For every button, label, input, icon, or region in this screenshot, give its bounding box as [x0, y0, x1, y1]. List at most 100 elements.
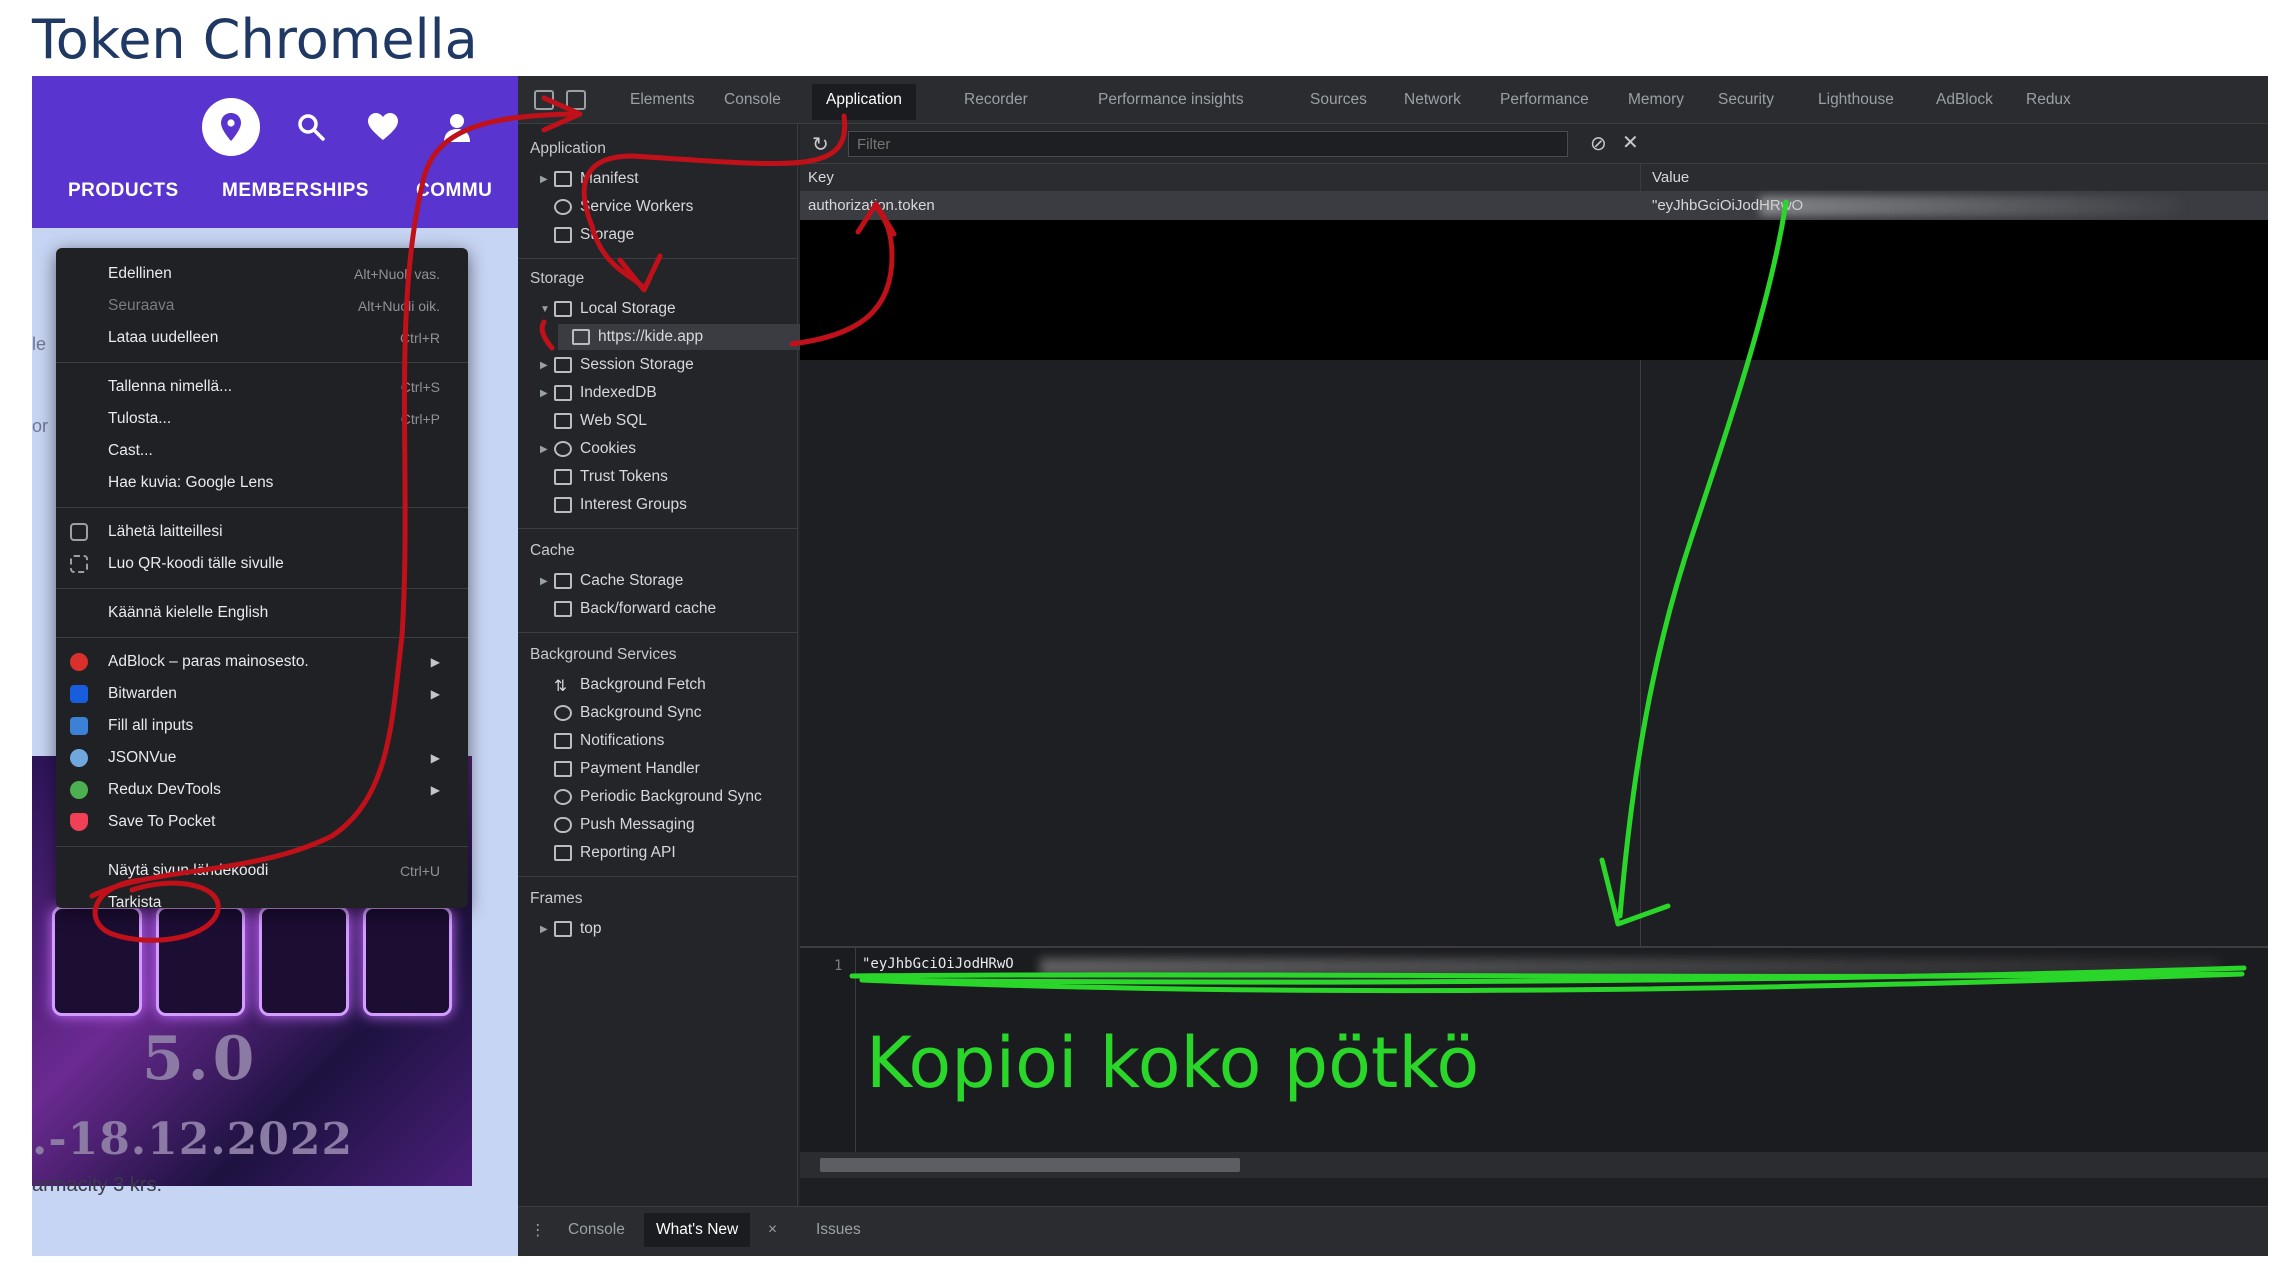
- tab-elements[interactable]: Elements: [630, 91, 695, 109]
- menu-item-label: Lataa uudelleen: [108, 329, 219, 346]
- menu-item-forward[interactable]: Seuraava Alt+Nuoli oik.: [56, 290, 468, 322]
- bell-icon: [554, 733, 572, 749]
- nav-products[interactable]: PRODUCTS: [68, 180, 179, 202]
- sidebar-item-local-storage[interactable]: ▼ Local Storage: [540, 296, 798, 322]
- menu-item-view-source[interactable]: Näytä sivun lähdekoodi Ctrl+U: [56, 855, 468, 887]
- inspect-element-icon[interactable]: [534, 90, 554, 110]
- sidebar-item-manifest[interactable]: ▶ Manifest: [540, 166, 798, 192]
- menu-item-save-as[interactable]: Tallenna nimellä... Ctrl+S: [56, 371, 468, 403]
- sidebar-item-background-fetch[interactable]: ⇅ Background Fetch: [540, 672, 798, 698]
- menu-item-jsonvue[interactable]: JSONVue ▶: [56, 742, 468, 774]
- sidebar-item-session-storage[interactable]: ▶ Session Storage: [540, 352, 798, 378]
- sidebar-item-push-messaging[interactable]: Push Messaging: [540, 812, 798, 838]
- nav-memberships[interactable]: MEMBERSHIPS: [222, 180, 369, 202]
- menu-item-back[interactable]: Edellinen Alt+Nuoli vas.: [56, 258, 468, 290]
- frame-icon: [554, 921, 572, 937]
- menu-item-label: Edellinen: [108, 265, 172, 282]
- filter-bar: ↻ ⊘ ✕: [800, 124, 2268, 164]
- tab-security[interactable]: Security: [1718, 91, 1774, 109]
- tab-adblock[interactable]: AdBlock: [1936, 91, 1993, 109]
- sidebar-item-trust-tokens[interactable]: Trust Tokens: [540, 464, 798, 490]
- column-key[interactable]: Key: [808, 169, 834, 186]
- horizontal-scrollbar[interactable]: [800, 1152, 2268, 1178]
- sidebar-item-cache-storage[interactable]: ▶ Cache Storage: [540, 568, 798, 594]
- menu-item-bitwarden[interactable]: Bitwarden ▶: [56, 678, 468, 710]
- menu-item-save-to-pocket[interactable]: Save To Pocket: [56, 806, 468, 838]
- menu-item-google-lens[interactable]: Hae kuvia: Google Lens: [56, 467, 468, 499]
- user-icon[interactable]: [428, 98, 486, 156]
- tab-lighthouse[interactable]: Lighthouse: [1818, 91, 1894, 109]
- preview-code[interactable]: "eyJhbGciOiJodHRwO: [862, 956, 1014, 972]
- drawer-menu-icon[interactable]: ⋮: [530, 1221, 546, 1240]
- sidebar-item-notifications[interactable]: Notifications: [540, 728, 798, 754]
- sidebar-item-indexeddb[interactable]: ▶ IndexedDB: [540, 380, 798, 406]
- device-toolbar-icon[interactable]: [566, 90, 586, 110]
- menu-item-qr-code[interactable]: Luo QR-koodi tälle sivulle: [56, 548, 468, 580]
- sidebar-item-label: Notifications: [580, 732, 665, 749]
- menu-separator: [56, 588, 468, 589]
- tab-redux[interactable]: Redux: [2026, 91, 2071, 109]
- search-icon[interactable]: [282, 98, 340, 156]
- drawer-tab-issues[interactable]: Issues: [816, 1221, 861, 1239]
- sidebar-item-label: Trust Tokens: [580, 468, 668, 485]
- sidebar-item-frame-top[interactable]: ▶ top: [540, 916, 798, 942]
- nav-community[interactable]: COMMU: [416, 180, 492, 202]
- database-icon: [554, 573, 572, 589]
- sidebar-item-background-sync[interactable]: Background Sync: [540, 700, 798, 726]
- tab-application[interactable]: Application: [812, 84, 916, 120]
- menu-item-redux-devtools[interactable]: Redux DevTools ▶: [56, 774, 468, 806]
- drawer-tab-console[interactable]: Console: [568, 1221, 625, 1239]
- tab-network[interactable]: Network: [1404, 91, 1461, 109]
- menu-item-adblock[interactable]: AdBlock – paras mainosesto. ▶: [56, 646, 468, 678]
- sidebar-item-periodic-background-sync[interactable]: Periodic Background Sync: [540, 784, 798, 810]
- jsonvue-icon: [70, 749, 88, 767]
- sidebar-item-kide-app[interactable]: https://kide.app: [558, 324, 816, 350]
- location-pin-icon[interactable]: [202, 98, 260, 156]
- tab-performance-insights[interactable]: Performance insights: [1098, 91, 1244, 109]
- menu-item-send-to-devices[interactable]: Lähetä laitteillesi: [56, 516, 468, 548]
- scrollbar-thumb[interactable]: [820, 1158, 1240, 1172]
- tab-memory[interactable]: Memory: [1628, 91, 1684, 109]
- delete-selected-icon[interactable]: ✕: [1622, 130, 1639, 155]
- card-icon: [554, 761, 572, 777]
- sidebar-item-label: Service Workers: [580, 198, 694, 215]
- menu-item-print[interactable]: Tulosta... Ctrl+P: [56, 403, 468, 435]
- database-icon: [554, 227, 572, 243]
- menu-item-label: Lähetä laitteillesi: [108, 523, 223, 540]
- tab-recorder[interactable]: Recorder: [964, 91, 1028, 109]
- menu-item-inspect[interactable]: Tarkista: [56, 887, 468, 919]
- heart-icon[interactable]: [354, 98, 412, 156]
- database-icon: [554, 413, 572, 429]
- sidebar-item-label: Web SQL: [580, 412, 647, 429]
- sidebar-item-service-workers[interactable]: Service Workers: [540, 194, 798, 220]
- refresh-icon[interactable]: ↻: [812, 132, 829, 157]
- sidebar-item-reporting-api[interactable]: Reporting API: [540, 840, 798, 866]
- tab-sources[interactable]: Sources: [1310, 91, 1367, 109]
- clear-all-icon[interactable]: ⊘: [1590, 131, 1607, 156]
- filter-input[interactable]: [848, 131, 1568, 157]
- clock-icon: [554, 789, 572, 805]
- triangle-right-icon: ▶: [540, 575, 548, 587]
- tab-console[interactable]: Console: [724, 91, 781, 109]
- database-icon: [554, 469, 572, 485]
- menu-item-reload[interactable]: Lataa uudelleen Ctrl+R: [56, 322, 468, 354]
- banner-key: [52, 906, 142, 1016]
- sidebar-item-storage[interactable]: Storage: [540, 222, 798, 248]
- sidebar-item-payment-handler[interactable]: Payment Handler: [540, 756, 798, 782]
- cloud-icon: [554, 817, 572, 833]
- sidebar-item-web-sql[interactable]: Web SQL: [540, 408, 798, 434]
- menu-item-translate[interactable]: Käännä kielelle English: [56, 597, 468, 629]
- drawer-close-icon[interactable]: ×: [768, 1221, 777, 1239]
- menu-separator: [56, 362, 468, 363]
- sidebar-item-back-forward-cache[interactable]: Back/forward cache: [540, 596, 798, 622]
- cell-key[interactable]: authorization.token: [808, 197, 935, 214]
- column-value[interactable]: Value: [1652, 169, 1689, 186]
- tab-performance[interactable]: Performance: [1500, 91, 1589, 109]
- line-number: 1: [834, 958, 843, 974]
- menu-item-fill-all-inputs[interactable]: Fill all inputs: [56, 710, 468, 742]
- sidebar-item-label: Background Fetch: [580, 676, 706, 693]
- drawer-tab-whats-new[interactable]: What's New: [644, 1213, 751, 1247]
- sidebar-item-cookies[interactable]: ▶ Cookies: [540, 436, 798, 462]
- menu-item-cast[interactable]: Cast...: [56, 435, 468, 467]
- sidebar-item-interest-groups[interactable]: Interest Groups: [540, 492, 798, 518]
